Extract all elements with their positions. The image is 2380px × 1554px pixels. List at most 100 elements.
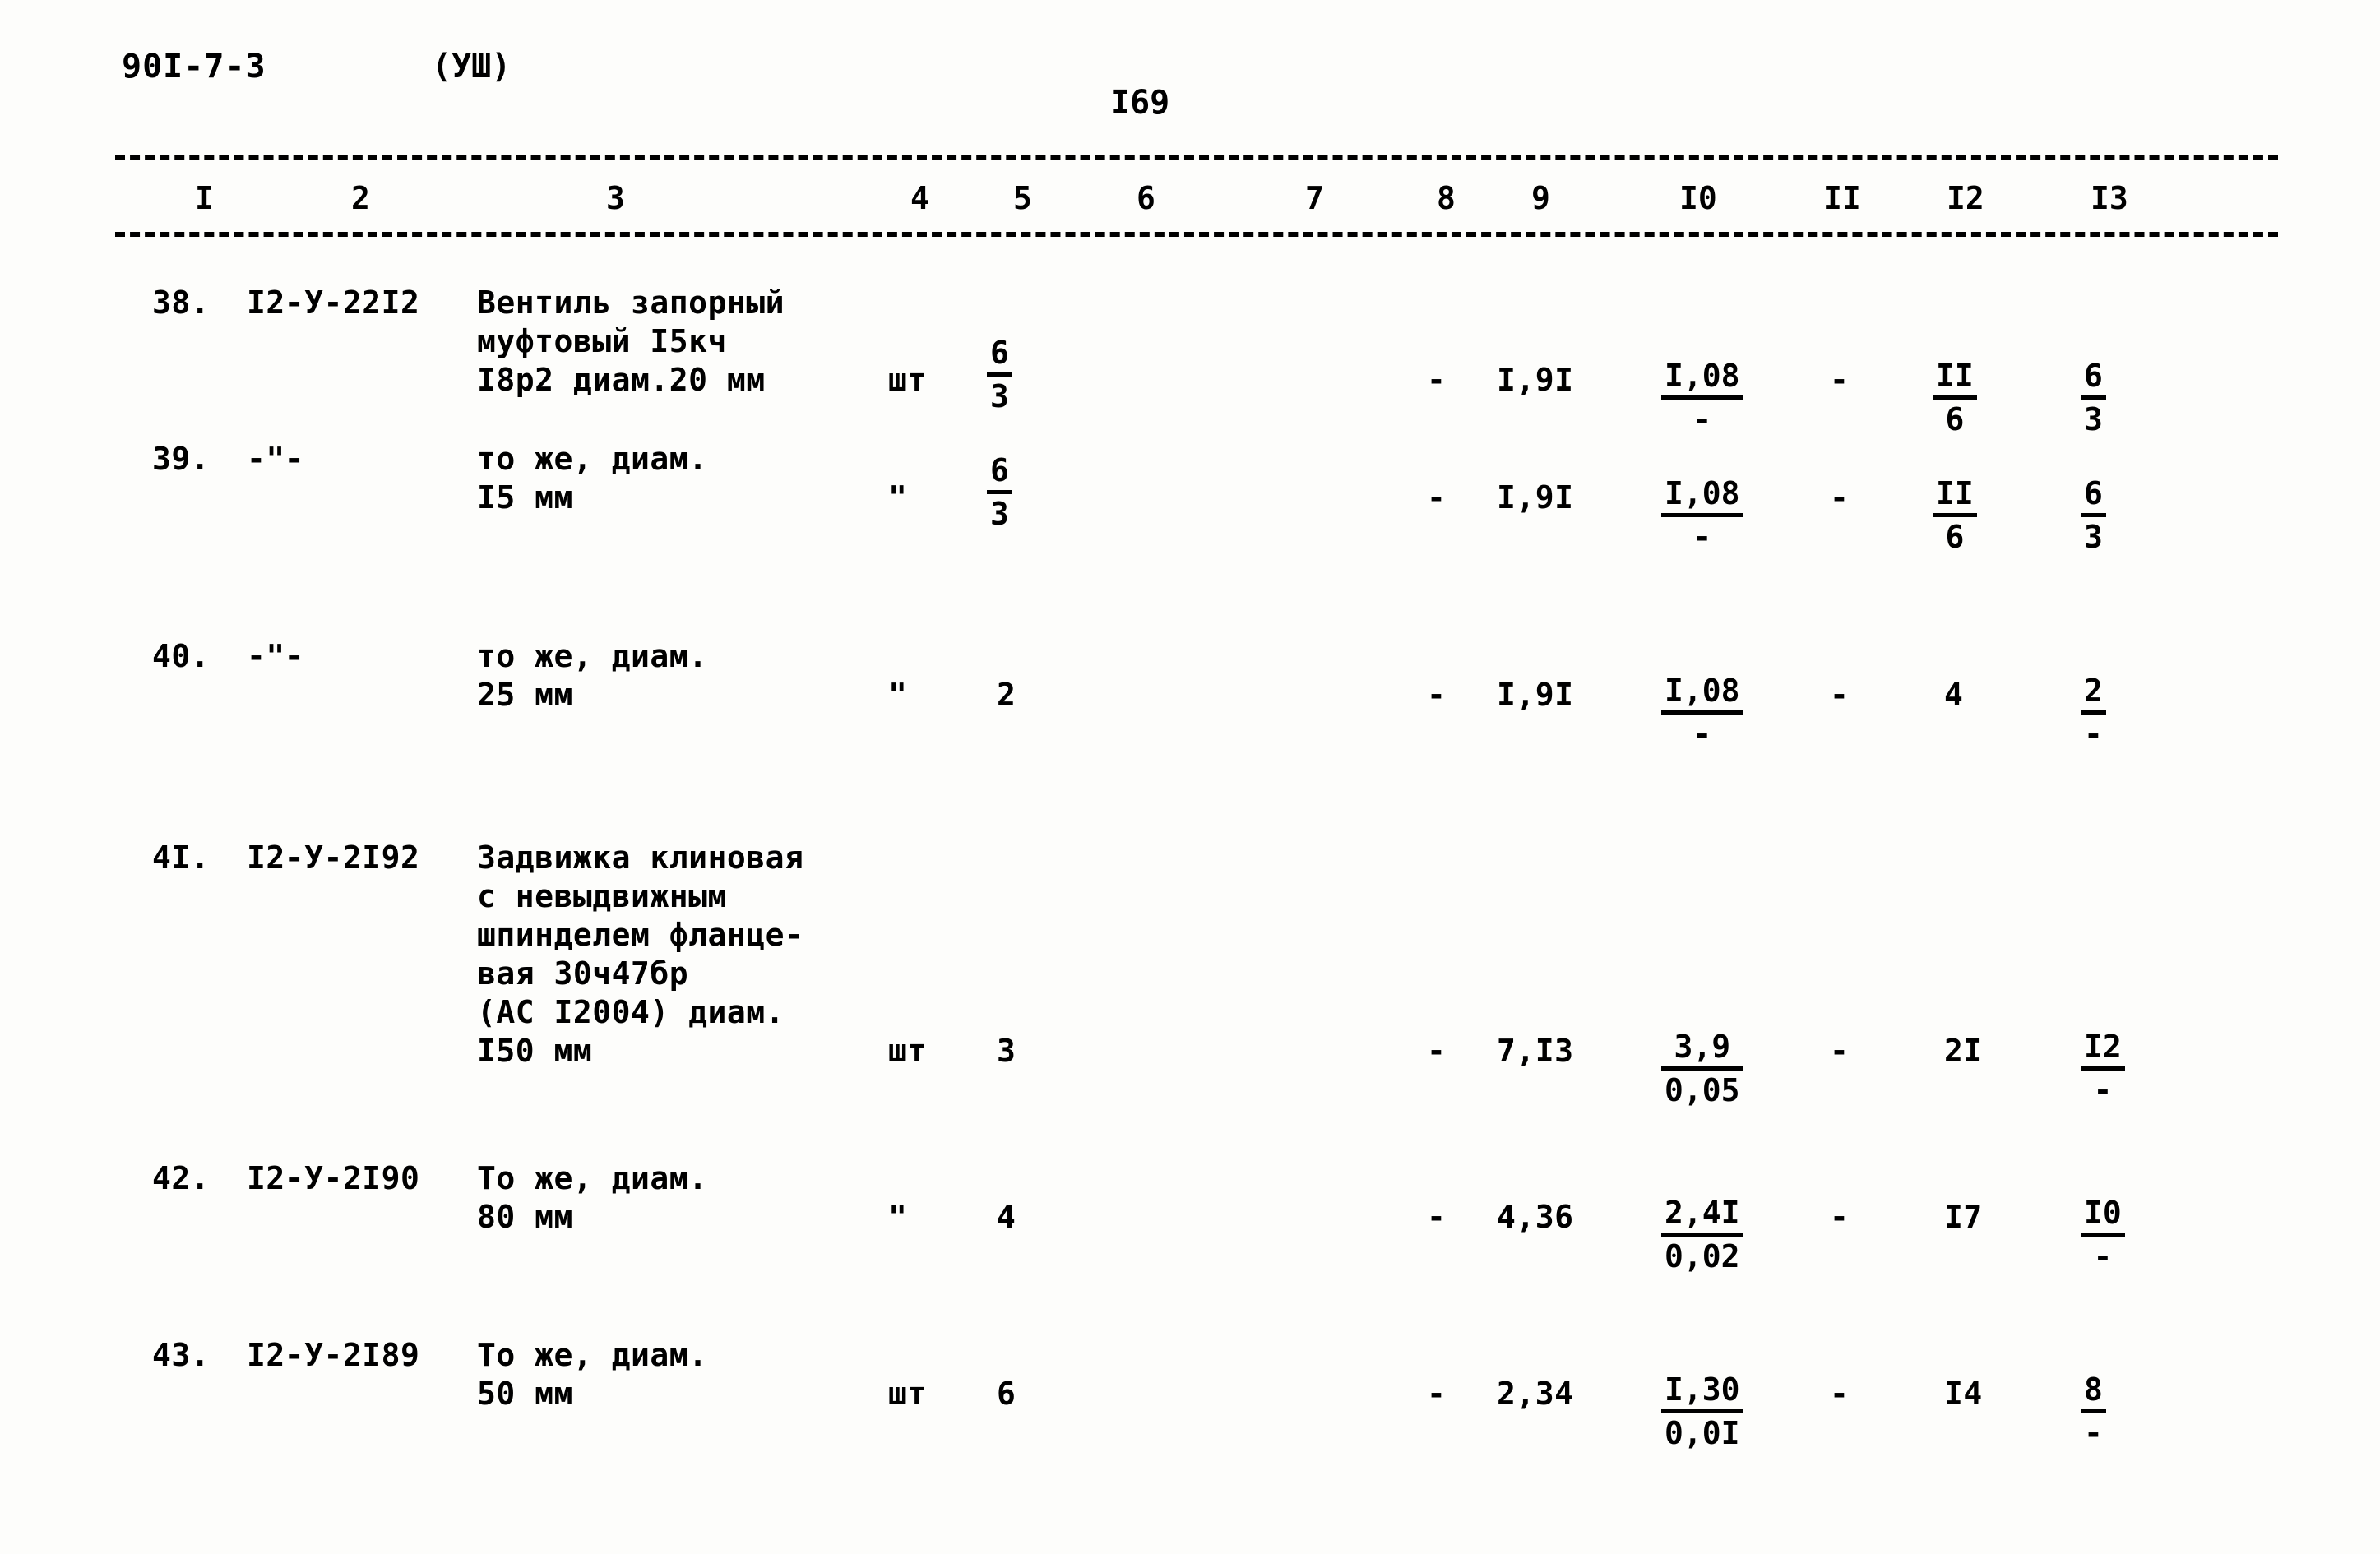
row-col12: 4 — [1944, 677, 1964, 713]
row-col8: - — [1427, 1033, 1447, 1069]
row-col13-fraction-denominator: - — [2093, 1238, 2113, 1274]
row-description-line: (АС I2004) диам. — [477, 994, 785, 1030]
row-description-line: вая 30ч47бр — [477, 955, 689, 992]
table-rule-top — [115, 155, 2278, 160]
column-number-6: 6 — [1131, 183, 1161, 214]
row-col13-fraction-bar — [2081, 1233, 2125, 1237]
row-quantity-fraction: 63 — [987, 335, 1012, 414]
row-col13-fraction-bar — [2081, 710, 2106, 715]
page-number: I69 — [1110, 84, 1170, 122]
row-col12: 2I — [1944, 1033, 1983, 1069]
row-col13-fraction-bar — [2081, 395, 2106, 400]
column-number-7: 7 — [1299, 183, 1330, 214]
row-col10-fraction-bar — [1661, 1066, 1743, 1071]
row-col13-fraction-bar — [2081, 1066, 2125, 1071]
row-quantity: 3 — [997, 1033, 1016, 1069]
table-rule-bottom — [115, 232, 2278, 237]
row-col12: I4 — [1944, 1376, 1983, 1412]
row-description-line: Вентиль запорный — [477, 284, 785, 321]
column-number-11: II — [1817, 183, 1867, 214]
row-col10-fraction: I,30 0,0I — [1661, 1371, 1743, 1451]
row-quantity-fraction-bar — [987, 372, 1012, 377]
row-description-line: 50 мм — [477, 1376, 573, 1412]
row-col13-fraction: 63 — [2081, 358, 2106, 437]
row-item-code: I2-У-22I2 — [247, 284, 420, 321]
row-col10-fraction-bar — [1661, 1409, 1743, 1413]
row-col9: 4,36 — [1497, 1199, 1574, 1235]
row-description-line: I50 мм — [477, 1033, 593, 1069]
row-col11: - — [1830, 1033, 1850, 1069]
row-col8: - — [1427, 1376, 1447, 1412]
row-item-code: I2-У-2I90 — [247, 1160, 420, 1196]
row-col10-fraction-denominator: - — [1692, 401, 1712, 437]
row-col13-fraction-denominator: - — [2084, 716, 2103, 752]
row-col11: - — [1830, 1199, 1850, 1235]
row-col13-fraction-bar — [2081, 1409, 2106, 1413]
row-col10-fraction: I,08 - — [1661, 673, 1743, 752]
table-column-numbers: I 2 3 4 5 6 7 8 9 I0 II I2 I3 — [0, 183, 2380, 232]
row-col13-fraction-numerator: 8 — [2084, 1371, 2103, 1408]
row-col10-fraction-numerator: I,08 — [1665, 475, 1740, 511]
row-col10-fraction: 2,4I 0,02 — [1661, 1195, 1743, 1274]
row-col12-fraction-numerator: II — [1936, 475, 1974, 511]
page-header: 90I-7-3 (УШ) I69 — [0, 41, 2380, 122]
column-number-13: I3 — [2085, 183, 2134, 214]
row-quantity-fraction-numerator: 6 — [990, 452, 1009, 488]
row-col10-fraction-bar — [1661, 710, 1743, 715]
row-col12-fraction-bar — [1933, 513, 1977, 517]
row-col11: - — [1830, 677, 1850, 713]
row-col13-fraction: I0 - — [2081, 1195, 2125, 1274]
column-number-5: 5 — [1007, 183, 1038, 214]
row-unit: " — [888, 677, 908, 713]
row-description-line: I5 мм — [477, 479, 573, 516]
row-col9: 2,34 — [1497, 1376, 1574, 1412]
row-col10-fraction-denominator: 0,05 — [1665, 1072, 1740, 1108]
row-item-code: I2-У-2I89 — [247, 1337, 420, 1373]
column-number-2: 2 — [345, 183, 376, 214]
row-col13-fraction-denominator: - — [2093, 1072, 2113, 1108]
row-col13-fraction: 8- — [2081, 1371, 2106, 1451]
row-col12-fraction-numerator: II — [1936, 358, 1974, 394]
row-col10-fraction-numerator: I,30 — [1665, 1371, 1740, 1408]
row-col12: I7 — [1944, 1199, 1983, 1235]
row-description-line: то же, диам. — [477, 441, 708, 477]
row-col12-fraction: II 6 — [1933, 475, 1977, 555]
row-col10-fraction-bar — [1661, 1233, 1743, 1237]
row-quantity-fraction-denominator: 3 — [990, 378, 1009, 414]
row-col10-fraction-bar — [1661, 513, 1743, 517]
row-col10-fraction: I,08 - — [1661, 358, 1743, 437]
row-col13-fraction-numerator: I2 — [2084, 1029, 2122, 1065]
row-unit: " — [888, 1199, 908, 1235]
row-col10-fraction-denominator: - — [1692, 519, 1712, 555]
row-unit: шт — [888, 362, 927, 398]
row-col10-fraction-bar — [1661, 395, 1743, 400]
document-code: 90I-7-3 — [122, 48, 266, 86]
row-col13-fraction-numerator: 6 — [2084, 475, 2103, 511]
row-item-number: 38. — [152, 284, 211, 321]
document-page: 90I-7-3 (УШ) I69 I 2 3 4 5 6 7 8 9 I0 II I2 I3 38. I2… — [0, 0, 2380, 1554]
row-col8: - — [1427, 479, 1447, 516]
row-col13-fraction: 2- — [2081, 673, 2106, 752]
row-item-number: 4I. — [152, 839, 211, 876]
row-col13-fraction-numerator: 2 — [2084, 673, 2103, 709]
column-number-8: 8 — [1431, 183, 1461, 214]
row-quantity: 6 — [997, 1376, 1016, 1412]
row-col10-fraction-denominator: 0,0I — [1665, 1415, 1740, 1451]
row-unit: шт — [888, 1376, 927, 1412]
row-col11: - — [1830, 479, 1850, 516]
row-col12-fraction-denominator: 6 — [1945, 519, 1965, 555]
row-col10-fraction: I,08 - — [1661, 475, 1743, 555]
column-number-3: 3 — [600, 183, 631, 214]
row-col12-fraction: II 6 — [1933, 358, 1977, 437]
row-col9: I,9I — [1497, 677, 1574, 713]
row-col13-fraction-numerator: 6 — [2084, 358, 2103, 394]
row-col8: - — [1427, 362, 1447, 398]
row-unit: " — [888, 479, 908, 516]
row-quantity-fraction-denominator: 3 — [990, 496, 1009, 532]
row-description-line: То же, диам. — [477, 1337, 708, 1373]
row-col10-fraction-numerator: 2,4I — [1665, 1195, 1740, 1231]
row-col9: I,9I — [1497, 479, 1574, 516]
row-item-code: -"- — [247, 638, 305, 674]
row-col13-fraction-bar — [2081, 513, 2106, 517]
row-col13-fraction-denominator: 3 — [2084, 519, 2103, 555]
